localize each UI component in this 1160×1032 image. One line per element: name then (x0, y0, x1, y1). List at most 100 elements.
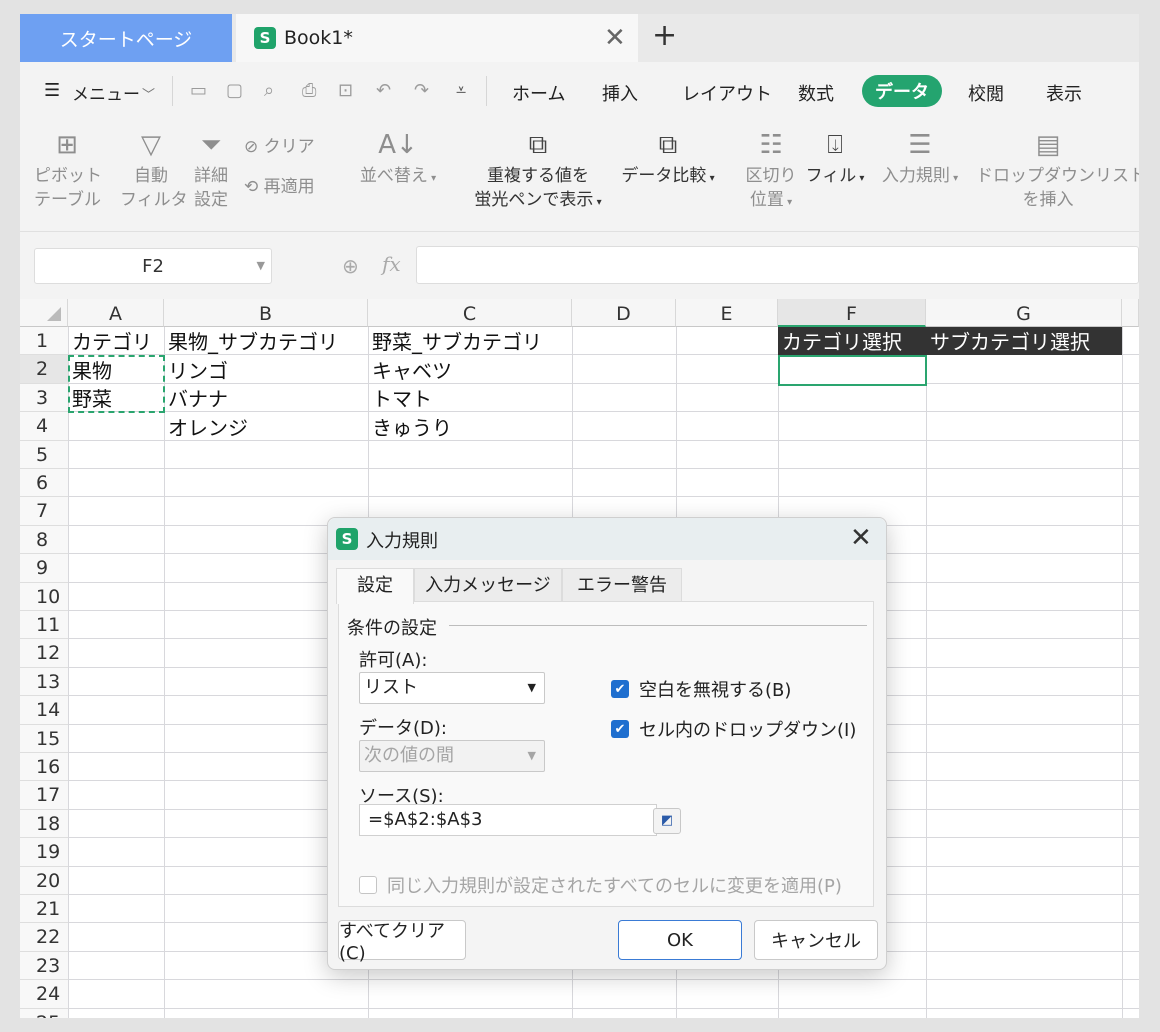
row-header-21[interactable]: 21 (20, 895, 68, 924)
chevron-down-icon[interactable]: ▼ (257, 259, 265, 272)
row-header-23[interactable]: 23 (20, 951, 68, 981)
tab-insert[interactable]: 挿入 (602, 80, 638, 106)
source-input[interactable]: =$A$2:$A$3 (359, 804, 657, 836)
undo-icon[interactable]: ↶ (376, 80, 391, 101)
ignore-blank-checkbox[interactable]: ✔ 空白を無視する(B) (611, 676, 791, 702)
column-header-G[interactable]: G (926, 299, 1122, 327)
tab-start-page[interactable]: スタートページ (20, 14, 232, 62)
row-header-20[interactable]: 20 (20, 866, 68, 895)
data-validation-button[interactable]: ☰ 入力規則 ▾ (872, 130, 968, 191)
reapply-filter-button[interactable]: ⟲ 再適用 (244, 172, 315, 197)
row-header-2[interactable]: 2 (20, 355, 68, 384)
tab-view[interactable]: 表示 (1046, 80, 1082, 106)
column-header-C[interactable]: C (368, 299, 572, 327)
row-header-4[interactable]: 4 (20, 412, 68, 441)
close-icon[interactable]: ✕ (850, 523, 872, 553)
text-to-columns-button[interactable]: ☷ 区切り 位置 ▾ (738, 130, 804, 215)
row-header-11[interactable]: 11 (20, 611, 68, 640)
tab-home[interactable]: ホーム (512, 80, 565, 106)
row-header-17[interactable]: 17 (20, 781, 68, 810)
range-select-icon[interactable]: ◩ (653, 808, 681, 834)
row-header-9[interactable]: 9 (20, 554, 68, 583)
row-header-1[interactable]: 1 (20, 327, 68, 356)
sort-button[interactable]: A↓ 並べ替え ▾ (356, 130, 440, 191)
cell-A1[interactable]: カテゴリ (68, 327, 164, 355)
cell-G1[interactable]: サブカテゴリ選択 (926, 327, 1122, 355)
cell-F1[interactable]: カテゴリ選択 (778, 327, 926, 355)
column-header-B[interactable]: B (164, 299, 368, 327)
row-header-3[interactable]: 3 (20, 383, 68, 413)
column-header-D[interactable]: D (572, 299, 676, 327)
hamburger-icon[interactable]: ☰ (44, 80, 60, 101)
autofilter-button[interactable]: ▽ 自動 フィルタ (120, 130, 188, 212)
row-header-18[interactable]: 18 (20, 809, 68, 839)
row-header-25[interactable]: 25 (20, 1008, 68, 1018)
row-header-24[interactable]: 24 (20, 980, 68, 1009)
active-cell-F2[interactable] (778, 355, 927, 386)
cell-C4[interactable]: きゅうり (368, 413, 572, 441)
tab-formulas[interactable]: 数式 (798, 80, 834, 106)
redo-icon[interactable]: ↷ (414, 80, 429, 101)
row-header-19[interactable]: 19 (20, 838, 68, 867)
row-header-15[interactable]: 15 (20, 724, 68, 753)
save-icon[interactable]: ▢ (226, 80, 243, 101)
column-header-F[interactable]: F (778, 299, 926, 327)
ok-button[interactable]: OK (618, 920, 742, 960)
cell-C1[interactable]: 野菜_サブカテゴリ (368, 327, 572, 355)
cancel-button[interactable]: キャンセル (754, 920, 878, 960)
column-header-E[interactable]: E (676, 299, 778, 327)
tab-book1[interactable]: S Book1* ✕ (236, 14, 638, 62)
open-icon[interactable]: ▭ (190, 80, 207, 101)
row-header-8[interactable]: 8 (20, 525, 68, 555)
row-header-5[interactable]: 5 (20, 440, 68, 469)
cell-C2[interactable]: キャベツ (368, 356, 572, 384)
function-icon[interactable]: fx (382, 252, 401, 276)
advanced-filter-button[interactable]: ⏷ 詳細 設定 (186, 130, 236, 212)
allow-select[interactable]: リスト ▼ (359, 672, 545, 704)
cell-B1[interactable]: 果物_サブカテゴリ (164, 327, 368, 355)
format-painter-icon[interactable]: ⌕ (264, 80, 274, 101)
row-header-14[interactable]: 14 (20, 696, 68, 725)
row-header-13[interactable]: 13 (20, 667, 68, 697)
tab-review[interactable]: 校閲 (968, 80, 1004, 106)
highlight-duplicates-button[interactable]: ⧉ 重複する値を 蛍光ペンで表示 ▾ (466, 130, 610, 215)
chevron-down-icon[interactable]: ﹀ (142, 84, 155, 103)
tab-layout[interactable]: レイアウト (682, 80, 772, 106)
row-header-7[interactable]: 7 (20, 497, 68, 526)
cell-C3[interactable]: トマト (368, 384, 572, 412)
clear-filter-button[interactable]: ⊘ クリア (244, 132, 315, 157)
row-header-12[interactable]: 12 (20, 639, 68, 668)
tab-book1-label: Book1* (284, 27, 353, 49)
new-tab-button[interactable]: + (652, 18, 677, 53)
cell-B4[interactable]: オレンジ (164, 413, 368, 441)
cell-B2[interactable]: リンゴ (164, 356, 368, 384)
pivot-table-button[interactable]: ⊞ ピボット テーブル (34, 130, 102, 212)
divider (172, 76, 173, 106)
formula-input[interactable] (416, 246, 1139, 284)
fill-button[interactable]: ⍗ フィル ▾ (804, 130, 866, 191)
menu-button[interactable]: メニュー (72, 80, 140, 105)
insert-dropdown-list-button[interactable]: ▤ ドロップダウンリスト を挿入 (976, 130, 1139, 212)
zoom-icon[interactable]: ⊕ (342, 254, 359, 278)
tab-settings[interactable]: 設定 (336, 568, 414, 604)
row-header-10[interactable]: 10 (20, 582, 68, 611)
close-tab-icon[interactable]: ✕ (604, 23, 626, 53)
tab-input-message[interactable]: 入力メッセージ (414, 568, 562, 602)
cell-B3[interactable]: バナナ (164, 384, 368, 412)
name-box[interactable]: F2 ▼ (34, 248, 272, 284)
row-header-22[interactable]: 22 (20, 923, 68, 952)
checkmark-icon: ✔ (611, 720, 629, 738)
customize-quick-access-icon[interactable]: ⩡ (456, 80, 466, 101)
in-cell-dropdown-checkbox[interactable]: ✔ セル内のドロップダウン(I) (611, 716, 856, 742)
select-all-corner[interactable] (20, 299, 68, 327)
data-compare-button[interactable]: ⧉ データ比較 ▾ (616, 130, 720, 191)
tab-error-alert[interactable]: エラー警告 (562, 568, 682, 602)
clear-all-button[interactable]: すべてクリア(C) (338, 920, 466, 964)
row-header-6[interactable]: 6 (20, 469, 68, 498)
tab-data[interactable]: データ (862, 75, 942, 107)
column-header-A[interactable]: A (68, 299, 164, 327)
print-icon[interactable]: ⎙ (302, 80, 316, 101)
dialog-titlebar[interactable]: S 入力規則 ✕ (328, 518, 886, 560)
row-header-16[interactable]: 16 (20, 753, 68, 782)
print-preview-icon[interactable]: ⊡ (338, 80, 353, 101)
